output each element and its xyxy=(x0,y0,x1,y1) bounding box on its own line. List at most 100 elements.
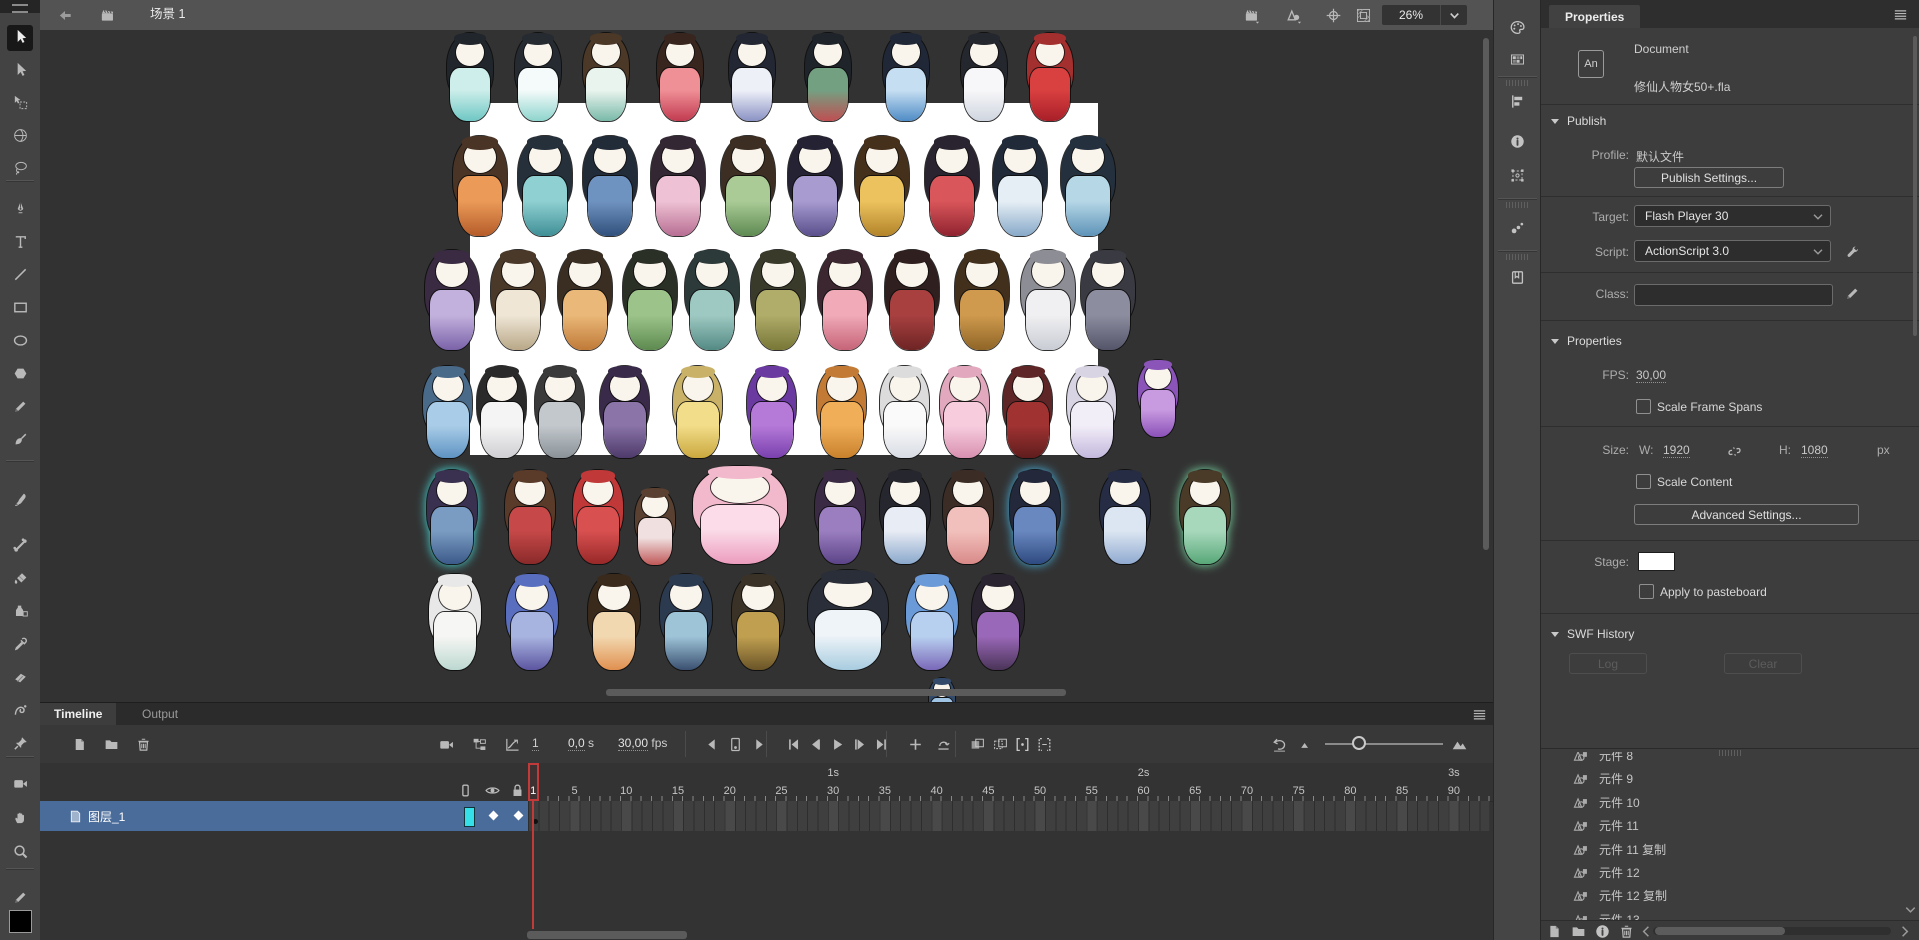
info-panel[interactable] xyxy=(1506,130,1528,152)
class-input[interactable] xyxy=(1634,284,1833,306)
character-sprite[interactable] xyxy=(718,136,778,240)
height-value[interactable]: 1080 xyxy=(1801,443,1828,458)
layer-color-chip[interactable] xyxy=(464,807,475,827)
timeline-zoom-knob[interactable] xyxy=(1352,736,1366,750)
character-sprite[interactable] xyxy=(1135,360,1181,440)
width-value[interactable]: 1920 xyxy=(1663,443,1690,458)
character-sprite[interactable] xyxy=(803,570,893,674)
character-sprite[interactable] xyxy=(852,136,912,240)
canvas-vertical-scrollbar[interactable] xyxy=(1483,38,1489,550)
character-sprite[interactable] xyxy=(511,33,564,125)
previous-frame-button[interactable] xyxy=(804,733,826,755)
library-item[interactable]: 元件 11 xyxy=(1541,814,1919,837)
character-sprite[interactable] xyxy=(502,470,559,568)
character-sprite[interactable] xyxy=(682,250,742,354)
character-sprite[interactable] xyxy=(657,574,715,674)
class-edit-pencil-icon[interactable] xyxy=(1841,282,1863,304)
character-sprite[interactable] xyxy=(1078,250,1138,354)
apply-pasteboard-checkbox[interactable] xyxy=(1639,584,1654,599)
motion-presets-panel[interactable] xyxy=(1506,216,1528,238)
line-tool[interactable] xyxy=(7,263,33,289)
color-panel[interactable] xyxy=(1506,16,1528,38)
tab-properties[interactable]: Properties xyxy=(1549,5,1640,28)
paint-brush-tool[interactable] xyxy=(7,428,33,454)
outline-column-icon[interactable] xyxy=(454,779,476,801)
elapsed-time[interactable]: 0,0 s xyxy=(568,736,594,750)
pin-tool[interactable] xyxy=(7,732,33,758)
character-sprite[interactable] xyxy=(443,33,496,125)
hand-tool[interactable] xyxy=(7,806,33,832)
library-item[interactable]: 元件 11 复制 xyxy=(1541,838,1919,861)
character-sprite[interactable] xyxy=(420,366,476,462)
align-panel[interactable] xyxy=(1506,90,1528,112)
character-sprite[interactable] xyxy=(648,136,708,240)
character-sprite[interactable] xyxy=(687,466,793,568)
ink-bottle-tool[interactable] xyxy=(7,600,33,626)
library-item[interactable]: 元件 12 xyxy=(1541,861,1919,884)
target-dropdown[interactable]: Flash Player 30 xyxy=(1634,205,1831,227)
character-sprite[interactable] xyxy=(812,470,869,568)
character-sprite[interactable] xyxy=(1000,366,1056,462)
advanced-settings-button[interactable]: Advanced Settings... xyxy=(1634,504,1859,525)
swatches-panel[interactable] xyxy=(1506,48,1528,70)
character-sprite[interactable] xyxy=(1064,366,1120,462)
character-sprite[interactable] xyxy=(815,250,875,354)
character-sprite[interactable] xyxy=(424,470,481,568)
character-sprite[interactable] xyxy=(729,574,787,674)
character-sprite[interactable] xyxy=(450,136,510,240)
next-frame-button[interactable] xyxy=(848,733,870,755)
loop-playback-button[interactable] xyxy=(932,733,954,755)
frame-rate[interactable]: 30,00 fps xyxy=(618,736,667,750)
character-sprite[interactable] xyxy=(1018,250,1078,354)
edit-scene-button[interactable] xyxy=(1240,4,1262,26)
properties-section-header[interactable]: Properties xyxy=(1551,334,1622,348)
swf-clear-button[interactable]: Clear xyxy=(1724,653,1802,674)
selection-tool[interactable] xyxy=(7,25,33,51)
edit-multiple-frames-button[interactable] xyxy=(1011,733,1033,755)
back-icon[interactable] xyxy=(54,4,76,26)
scale-content-checkbox[interactable] xyxy=(1636,474,1651,489)
character-sprite[interactable] xyxy=(882,250,942,354)
fill-color-swatch[interactable] xyxy=(9,910,32,933)
paint-bucket-tool[interactable] xyxy=(7,567,33,593)
modify-markers-button[interactable] xyxy=(1033,733,1055,755)
free-transform-tool[interactable] xyxy=(7,91,33,117)
character-sprite[interactable] xyxy=(620,250,680,354)
library-properties-button[interactable] xyxy=(1591,920,1613,940)
timeline-zoom-slider[interactable] xyxy=(1325,743,1443,745)
character-sprite[interactable] xyxy=(922,136,982,240)
stage-canvas[interactable] xyxy=(40,30,1493,702)
transform-panel[interactable] xyxy=(1506,164,1528,186)
bone-tool[interactable] xyxy=(7,534,33,560)
character-sprite[interactable] xyxy=(597,366,653,462)
library-panel[interactable] xyxy=(1506,266,1528,288)
layer-name[interactable]: 图层_1 xyxy=(88,808,125,825)
asset-warp-tool[interactable] xyxy=(7,699,33,725)
character-sprite[interactable] xyxy=(570,470,627,568)
character-sprite[interactable] xyxy=(653,33,706,125)
character-sprite[interactable] xyxy=(969,574,1027,674)
classic-brush-tool[interactable] xyxy=(7,488,33,514)
current-frame-number[interactable]: 1 xyxy=(532,736,539,751)
character-sprite[interactable] xyxy=(877,366,933,462)
panel-menu-icon[interactable] xyxy=(1889,3,1911,25)
character-sprite[interactable] xyxy=(877,470,934,568)
insert-marker-button[interactable] xyxy=(904,733,926,755)
pen-tool[interactable] xyxy=(7,197,33,223)
fps-value[interactable]: 30,00 xyxy=(1636,368,1666,383)
text-tool[interactable] xyxy=(7,230,33,256)
edit-symbols-button[interactable] xyxy=(1282,4,1304,26)
stage-color-swatch[interactable] xyxy=(1638,552,1675,571)
first-frame-button[interactable] xyxy=(782,733,804,755)
camera-tool[interactable] xyxy=(7,772,33,798)
gradient-transform-tool[interactable] xyxy=(7,124,33,150)
character-sprite[interactable] xyxy=(474,366,530,462)
link-dimensions-icon[interactable] xyxy=(1723,440,1745,462)
character-sprite[interactable] xyxy=(585,574,643,674)
zoom-tool[interactable] xyxy=(7,840,33,866)
character-sprite[interactable] xyxy=(579,33,632,125)
character-sprite[interactable] xyxy=(532,366,588,462)
character-sprite[interactable] xyxy=(879,33,932,125)
script-settings-wrench-icon[interactable] xyxy=(1841,240,1863,262)
character-sprite[interactable] xyxy=(515,136,575,240)
